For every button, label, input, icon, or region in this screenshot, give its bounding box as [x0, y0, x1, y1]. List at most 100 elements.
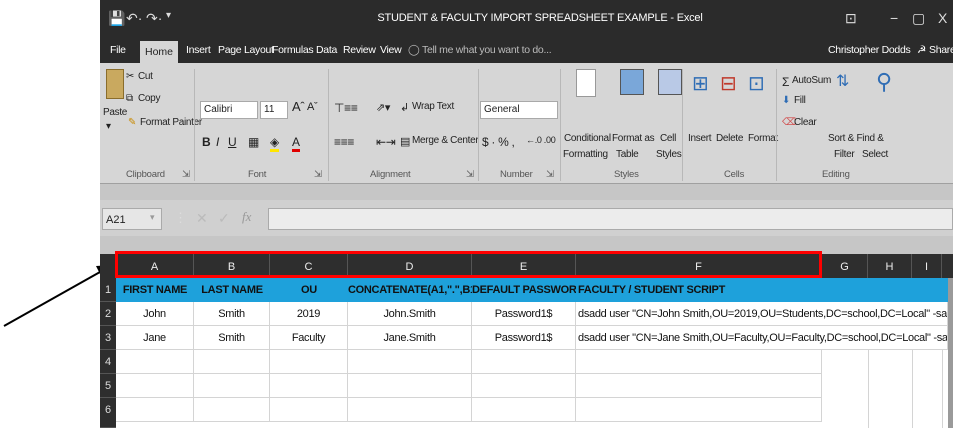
cell-d6[interactable] [348, 398, 472, 422]
cell-c1[interactable]: OU [270, 278, 348, 302]
italic-icon[interactable]: I [216, 135, 219, 149]
save-icon[interactable]: 💾 [108, 10, 125, 27]
conditional-formatting-icon[interactable] [576, 69, 596, 97]
underline-icon[interactable]: U [228, 135, 237, 149]
close-button[interactable]: X [938, 10, 947, 26]
cell-a3[interactable]: Jane [116, 326, 194, 350]
format-cells-icon[interactable]: ⊡ [748, 71, 765, 96]
merge-center-button[interactable]: Merge & Center [412, 135, 479, 146]
find-select-icon[interactable]: ⚲ [876, 69, 892, 95]
decimal-icons[interactable]: ←.0 .00 [526, 135, 556, 145]
copy-button[interactable]: Copy [138, 93, 160, 104]
cell-e6[interactable] [472, 398, 576, 422]
font-color-icon[interactable]: A [292, 135, 300, 152]
cell-b3[interactable]: Smith [194, 326, 270, 350]
tab-data[interactable]: Data [316, 44, 337, 56]
clipboard-launcher-icon[interactable]: ⇲ [182, 169, 190, 180]
currency-icon[interactable]: $ · % , [482, 135, 515, 149]
redo-icon[interactable]: ↷· [146, 10, 162, 27]
cell-a6[interactable] [116, 398, 194, 422]
delete-cells-icon[interactable]: ⊟ [720, 71, 737, 96]
maximize-button[interactable]: ▢ [912, 10, 925, 27]
column-header-g[interactable]: G [822, 254, 868, 278]
tab-review[interactable]: Review [343, 44, 376, 56]
format-as-table-icon[interactable] [620, 69, 644, 95]
cell-e5[interactable] [472, 374, 576, 398]
align-top-icon[interactable]: ⊤≡≡ [334, 101, 358, 115]
cell-e2[interactable]: Password1$ [472, 302, 576, 326]
wrap-text-button[interactable]: Wrap Text [412, 101, 454, 112]
column-header-i[interactable]: I [912, 254, 942, 278]
number-format-select[interactable]: General [480, 101, 558, 119]
cell-styles-icon[interactable] [658, 69, 682, 95]
format-button[interactable]: Format [748, 133, 778, 144]
cell-b1[interactable]: LAST NAME [194, 278, 270, 302]
font-size-select[interactable]: 11 [260, 101, 288, 119]
column-h-cells[interactable] [868, 350, 913, 428]
cell-f5[interactable] [576, 374, 822, 398]
alignment-launcher-icon[interactable]: ⇲ [466, 169, 474, 180]
cell-a2[interactable]: John [116, 302, 194, 326]
filter-label[interactable]: Filter [834, 149, 855, 160]
cell-c4[interactable] [270, 350, 348, 374]
row-header-1[interactable]: 1 [100, 278, 116, 302]
paste-dropdown-icon[interactable]: ▾ [106, 121, 111, 132]
tab-page-layout[interactable]: Page Layout [218, 44, 274, 56]
format-as-table-label[interactable]: Format as [612, 133, 655, 144]
fill-color-icon[interactable]: ◈ [270, 135, 279, 152]
sort-find-label[interactable]: Sort & Find & [828, 133, 884, 144]
row-header-2[interactable]: 2 [100, 302, 116, 326]
fill-button[interactable]: Fill [794, 95, 806, 106]
undo-icon[interactable]: ↶· [126, 10, 142, 27]
cut-button[interactable]: Cut [138, 71, 153, 82]
select-label[interactable]: Select [862, 149, 888, 160]
customize-qat-icon[interactable]: ▾ [166, 10, 171, 21]
insert-cells-icon[interactable]: ⊞ [692, 71, 709, 96]
autosum-button[interactable]: AutoSum [792, 75, 831, 86]
borders-icon[interactable]: ▦ [248, 135, 259, 149]
indent-icon[interactable]: ⇤⇥ [376, 135, 396, 149]
column-i-cells[interactable] [912, 350, 943, 428]
clear-button[interactable]: Clear [794, 117, 817, 128]
cell-d5[interactable] [348, 374, 472, 398]
format-as-table-label-2[interactable]: Table [616, 149, 639, 160]
sort-filter-icon[interactable]: ⇅ [836, 71, 849, 91]
cell-c3[interactable]: Faculty [270, 326, 348, 350]
cell-a5[interactable] [116, 374, 194, 398]
row-header-6[interactable]: 6 [100, 398, 116, 428]
font-launcher-icon[interactable]: ⇲ [314, 169, 322, 180]
tab-formulas[interactable]: Formulas [272, 44, 314, 56]
conditional-formatting-label[interactable]: Conditional [564, 133, 611, 144]
cell-d2[interactable]: John.Smith [348, 302, 472, 326]
font-name-select[interactable]: Calibri [200, 101, 258, 119]
insert-function-icon[interactable]: fx [242, 209, 251, 225]
user-name[interactable]: Christopher Dodds [828, 44, 911, 56]
number-launcher-icon[interactable]: ⇲ [546, 169, 554, 180]
row-header-3[interactable]: 3 [100, 326, 116, 350]
delete-button[interactable]: Delete [716, 133, 743, 144]
column-g-cells[interactable] [822, 350, 869, 428]
cell-d1[interactable]: CONCATENATE(A1,".",B1) [348, 278, 472, 302]
select-all-corner[interactable] [100, 254, 116, 278]
format-painter-button[interactable]: Format Painter [140, 117, 202, 128]
tell-me-input[interactable]: Tell me what you want to do... [422, 44, 552, 56]
cell-a1[interactable]: FIRST NAME [116, 278, 194, 302]
cell-f6[interactable] [576, 398, 822, 422]
tab-insert[interactable]: Insert [186, 44, 211, 56]
cell-d3[interactable]: Jane.Smith [348, 326, 472, 350]
cell-e3[interactable]: Password1$ [472, 326, 576, 350]
cell-a4[interactable] [116, 350, 194, 374]
cell-c2[interactable]: 2019 [270, 302, 348, 326]
column-header-h[interactable]: H [868, 254, 912, 278]
cell-f2[interactable]: dsadd user "CN=John Smith,OU=2019,OU=Stu… [576, 302, 948, 326]
cell-e4[interactable] [472, 350, 576, 374]
tab-home[interactable]: Home [140, 41, 178, 63]
conditional-formatting-label-2[interactable]: Formatting [563, 149, 608, 160]
name-box-dropdown-icon[interactable]: ▾ [150, 212, 155, 223]
insert-button[interactable]: Insert [688, 133, 712, 144]
cell-b4[interactable] [194, 350, 270, 374]
shrink-font-icon[interactable]: Aˇ [307, 101, 318, 113]
row-header-5[interactable]: 5 [100, 374, 116, 398]
row-header-4[interactable]: 4 [100, 350, 116, 374]
orientation-icon[interactable]: ⇗▾ [376, 101, 390, 114]
